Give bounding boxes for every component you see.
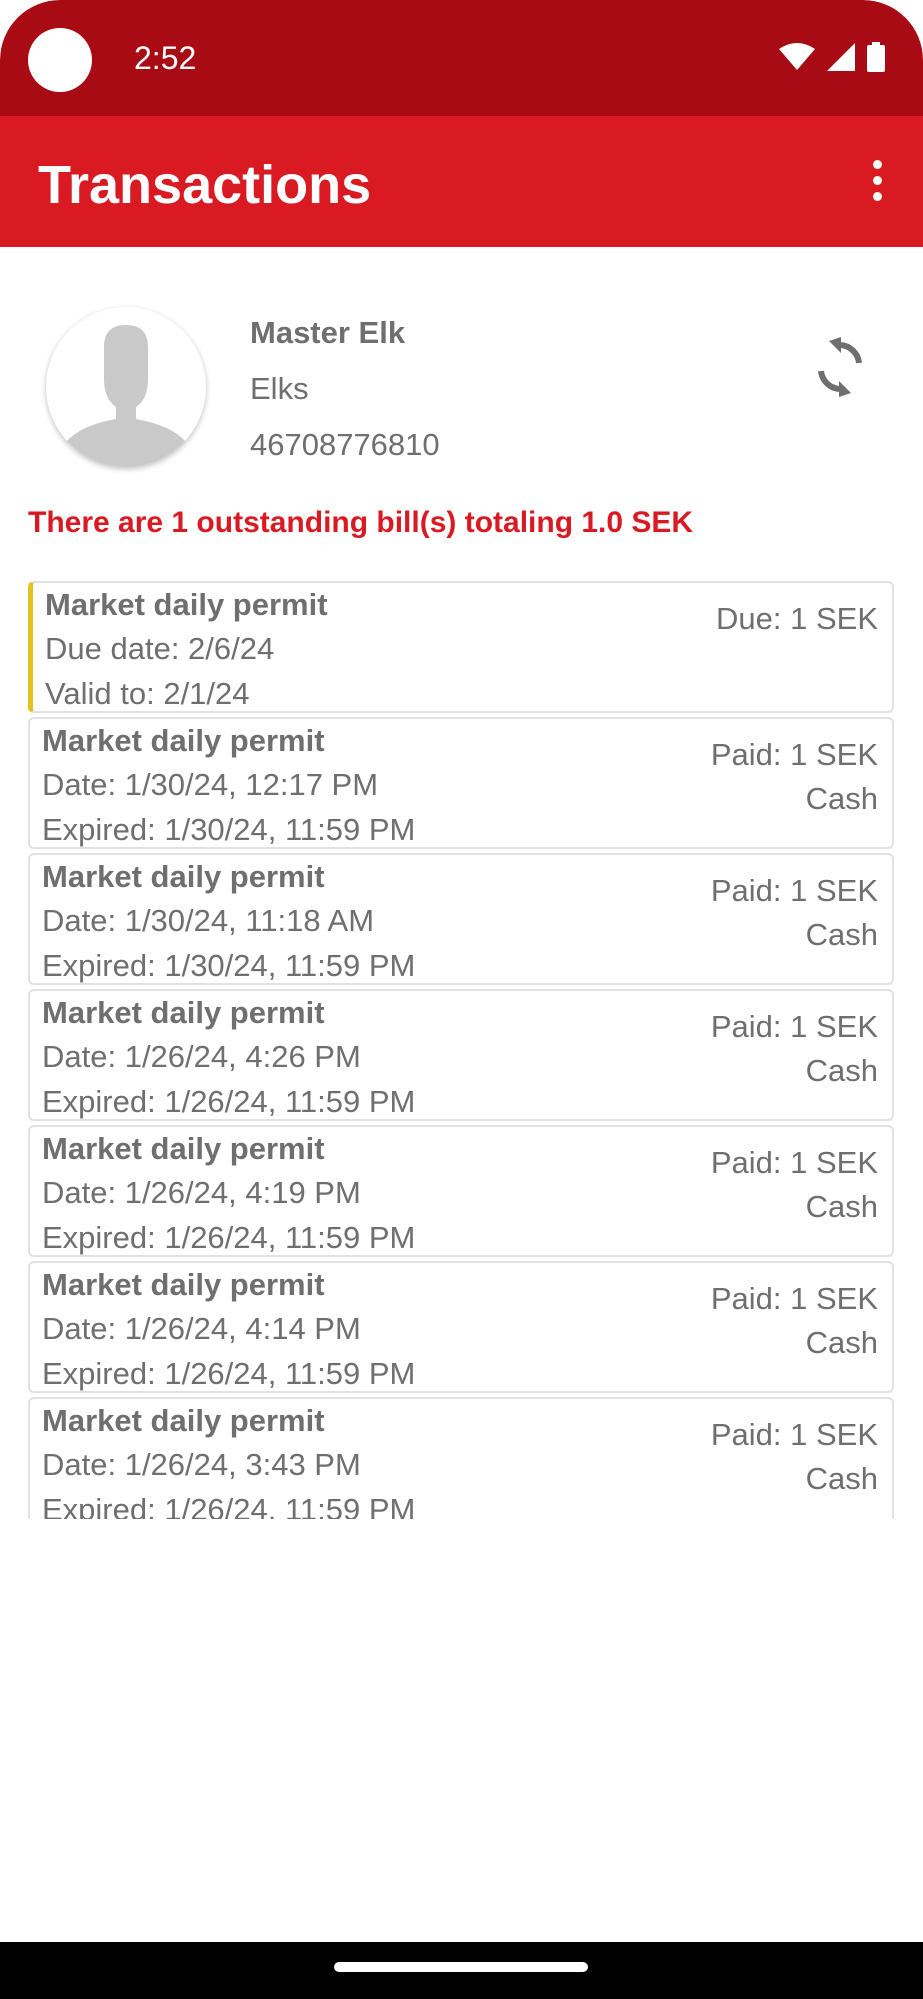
battery-icon [867, 42, 885, 72]
transaction-title: Market daily permit [45, 587, 328, 622]
transaction-date: Due date: 2/6/24 [45, 631, 275, 666]
page-title: Transactions [38, 155, 372, 215]
transaction-card[interactable]: Market daily permit Date: 1/26/24, 4:26 … [28, 989, 894, 1121]
transaction-validity: Expired: 1/30/24, 11:59 PM [42, 948, 416, 983]
transaction-card[interactable]: Market daily permit Date: 1/30/24, 11:18… [28, 853, 894, 985]
user-phone: 46708776810 [250, 427, 440, 462]
avatar-placeholder-icon [66, 325, 186, 467]
transaction-date: Date: 1/26/24, 4:26 PM [42, 1039, 361, 1074]
transaction-title: Market daily permit [42, 995, 325, 1030]
transaction-validity: Expired: 1/26/24, 11:59 PM [42, 1084, 416, 1119]
payment-method: Cash [805, 1461, 878, 1496]
payment-method: Cash [805, 1189, 878, 1224]
transaction-amount: Paid: 1 SEK [710, 1281, 878, 1316]
profile-header: Master Elk Elks 46708776810 [0, 247, 923, 487]
refresh-icon[interactable] [815, 337, 865, 397]
transaction-card[interactable]: Market daily permit Date: 1/26/24, 3:43 … [28, 1397, 894, 1519]
transaction-date: Date: 1/26/24, 3:43 PM [42, 1447, 361, 1482]
transaction-card[interactable]: Market daily permit Date: 1/30/24, 12:17… [28, 717, 894, 849]
payment-method: Cash [805, 1053, 878, 1088]
transaction-validity: Expired: 1/30/24, 11:59 PM [42, 812, 416, 847]
status-bar: 2:52 [0, 0, 923, 116]
transaction-list[interactable]: Market daily permit Due date: 2/6/24 Val… [28, 581, 894, 1519]
user-organization: Elks [250, 371, 309, 406]
home-gesture-handle[interactable] [334, 1962, 588, 1972]
transaction-title: Market daily permit [42, 723, 325, 758]
transaction-card[interactable]: Market daily permit Date: 1/26/24, 4:19 … [28, 1125, 894, 1257]
transaction-validity: Expired: 1/26/24, 11:59 PM [42, 1220, 416, 1255]
phone-screen: 2:52 Transactions Master Elk Elks 467087… [0, 0, 923, 1999]
transaction-validity: Expired: 1/26/24, 11:59 PM [42, 1492, 416, 1519]
transaction-date: Date: 1/26/24, 4:14 PM [42, 1311, 361, 1346]
transaction-amount: Paid: 1 SEK [710, 1145, 878, 1180]
transaction-card[interactable]: Market daily permit Due date: 2/6/24 Val… [28, 581, 894, 713]
transaction-date: Date: 1/30/24, 12:17 PM [42, 767, 379, 802]
transaction-amount: Paid: 1 SEK [710, 737, 878, 772]
camera-icon [28, 28, 92, 92]
avatar [46, 307, 206, 467]
transaction-card[interactable]: Market daily permit Date: 1/26/24, 4:14 … [28, 1261, 894, 1393]
navigation-bar [0, 1942, 923, 1999]
transaction-amount: Paid: 1 SEK [710, 1009, 878, 1044]
transaction-amount: Paid: 1 SEK [710, 873, 878, 908]
transaction-title: Market daily permit [42, 859, 325, 894]
system-icons [779, 42, 885, 72]
status-time: 2:52 [134, 40, 197, 76]
app-bar: Transactions [0, 116, 923, 247]
outstanding-bills-alert: There are 1 outstanding bill(s) totaling… [28, 506, 694, 539]
transaction-title: Market daily permit [42, 1131, 325, 1166]
user-name: Master Elk [250, 315, 406, 350]
transaction-title: Market daily permit [42, 1403, 325, 1438]
transaction-date: Date: 1/30/24, 11:18 AM [42, 903, 375, 938]
payment-method: Cash [805, 781, 878, 816]
payment-method: Cash [805, 917, 878, 952]
transaction-date: Date: 1/26/24, 4:19 PM [42, 1175, 361, 1210]
overflow-menu-icon[interactable] [865, 160, 889, 204]
wifi-icon [779, 43, 815, 70]
signal-icon [827, 43, 855, 71]
transaction-amount: Due: 1 SEK [716, 601, 878, 636]
transaction-amount: Paid: 1 SEK [710, 1417, 878, 1452]
transaction-validity: Expired: 1/26/24, 11:59 PM [42, 1356, 416, 1391]
transaction-title: Market daily permit [42, 1267, 325, 1302]
transaction-validity: Valid to: 2/1/24 [45, 676, 250, 711]
payment-method: Cash [805, 1325, 878, 1360]
